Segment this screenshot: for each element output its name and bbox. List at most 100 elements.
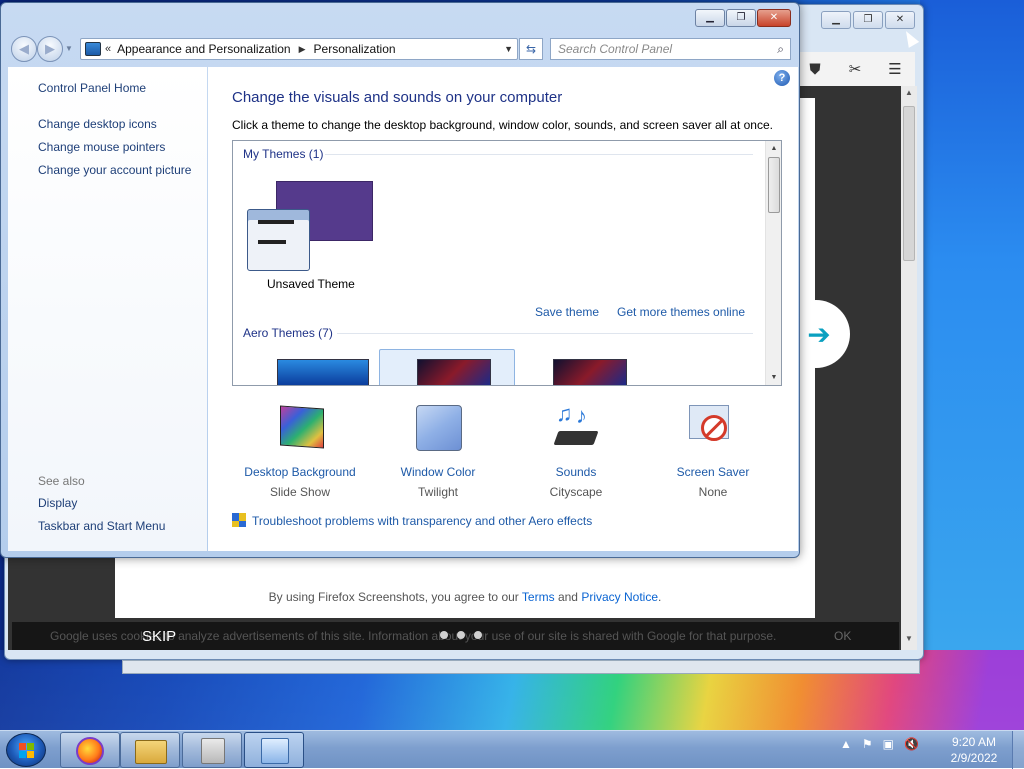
- show-hidden-icons-icon[interactable]: ▲: [840, 737, 852, 751]
- scroll-up-arrow-icon[interactable]: ▲: [766, 145, 781, 152]
- themes-scrollbar-thumb[interactable]: [768, 157, 780, 213]
- network-icon[interactable]: ▣: [883, 737, 894, 751]
- arrow-right-icon: ➔: [807, 318, 831, 350]
- firefox-maximize-button[interactable]: ❐: [853, 11, 883, 29]
- music-note-icon: ♫: [556, 401, 573, 426]
- nav-buttons: ◀ ▶ ▼: [11, 36, 75, 62]
- sounds-link[interactable]: Sounds: [506, 465, 646, 479]
- notice-prefix: By using Firefox Screenshots, you agree …: [268, 590, 519, 604]
- close-button[interactable]: ✕: [757, 9, 791, 27]
- terms-link[interactable]: Terms: [522, 590, 555, 604]
- onboarding-dot[interactable]: [440, 631, 448, 639]
- refresh-icon: ⇆: [525, 42, 537, 56]
- scroll-down-arrow-icon[interactable]: ▼: [766, 374, 781, 381]
- themes-list[interactable]: My Themes (1) Unsaved Theme Save theme G…: [232, 140, 782, 386]
- unsaved-theme-window-thumbnail[interactable]: [247, 209, 310, 271]
- desktop-background-tile[interactable]: Desktop Background Slide Show: [230, 405, 370, 499]
- window-color-link[interactable]: Window Color: [368, 465, 508, 479]
- sidebar-change-mouse-pointers[interactable]: Change mouse pointers: [38, 140, 165, 154]
- sounds-tile[interactable]: ♫ ♪ Sounds Cityscape: [506, 401, 646, 499]
- scrollbar-thumb[interactable]: [903, 106, 915, 261]
- sidebar-change-desktop-icons[interactable]: Change desktop icons: [38, 117, 157, 131]
- sidebar-display[interactable]: Display: [38, 496, 77, 510]
- hamburger-menu-icon[interactable]: ☰: [884, 58, 906, 80]
- firefox-window-controls: ▁ ❐ ✕: [821, 11, 915, 29]
- recent-pages-dropdown[interactable]: ▼: [65, 36, 75, 62]
- notice-period: .: [658, 590, 662, 604]
- aero-themes-heading: Aero Themes (7): [243, 326, 333, 340]
- breadcrumb-separator-icon[interactable]: ▶: [299, 44, 306, 55]
- scroll-down-arrow-icon[interactable]: ▼: [901, 634, 917, 648]
- aero-theme-thumbnail[interactable]: [417, 359, 491, 385]
- clock-time: 9:20 AM: [951, 735, 997, 749]
- firefox-close-button[interactable]: ✕: [885, 11, 915, 29]
- group-divider: [337, 333, 753, 334]
- firefox-icon: [76, 737, 104, 765]
- show-desktop-button[interactable]: [1012, 731, 1024, 769]
- personalization-window[interactable]: ▁ ❐ ✕ ◀ ▶ ▼ « Appearance and Personaliza…: [0, 2, 800, 558]
- minimize-button[interactable]: ▁: [695, 9, 725, 27]
- maximize-button[interactable]: ❐: [726, 9, 756, 27]
- unsaved-theme-label[interactable]: Unsaved Theme: [267, 277, 355, 291]
- aero-theme-thumbnail[interactable]: [553, 359, 627, 385]
- back-button[interactable]: ◀: [11, 36, 37, 62]
- address-dropdown-icon[interactable]: ▼: [504, 44, 513, 54]
- sidebar-change-account-picture[interactable]: Change your account picture: [38, 163, 191, 177]
- search-icon[interactable]: ⌕: [777, 39, 784, 59]
- action-center-flag-icon[interactable]: ⚑: [862, 737, 873, 751]
- aero-theme-thumbnail[interactable]: [277, 359, 369, 385]
- search-input[interactable]: Search Control Panel ⌕: [550, 38, 791, 60]
- shield-quadrant: [232, 521, 239, 527]
- start-button[interactable]: [6, 733, 46, 767]
- sounds-value: Cityscape: [549, 485, 603, 499]
- notice-and: and: [557, 590, 578, 604]
- skip-button[interactable]: SKIP: [142, 628, 176, 645]
- sidebar-control-panel-home[interactable]: Control Panel Home: [38, 81, 146, 95]
- keyboard-graphic: [553, 431, 599, 445]
- screenshot-icon[interactable]: ✂: [844, 58, 866, 80]
- screenshots-notice: By using Firefox Screenshots, you agree …: [115, 590, 815, 604]
- taskbar-app[interactable]: [182, 732, 242, 768]
- cookie-ok-button[interactable]: OK: [834, 622, 851, 650]
- onboarding-dot[interactable]: [474, 631, 482, 639]
- refresh-button[interactable]: ⇆: [519, 38, 543, 60]
- wallpaper-sky-right: [920, 0, 1024, 650]
- page-title: Change the visuals and sounds on your co…: [232, 89, 563, 106]
- desktop-background-link[interactable]: Desktop Background: [230, 465, 370, 479]
- save-theme-link[interactable]: Save theme: [535, 305, 599, 319]
- help-icon[interactable]: ?: [774, 70, 790, 86]
- pocket-icon[interactable]: ⛊: [804, 58, 826, 80]
- taskbar-control-panel[interactable]: [244, 732, 304, 768]
- back-arrow-icon: ◀: [19, 41, 29, 56]
- troubleshoot-text[interactable]: Troubleshoot problems with transparency …: [252, 514, 592, 528]
- get-more-themes-link[interactable]: Get more themes online: [617, 305, 745, 319]
- search-placeholder: Search Control Panel: [558, 42, 673, 56]
- shield-quadrant: [239, 521, 246, 527]
- taskbar-explorer[interactable]: [120, 732, 180, 768]
- privacy-notice-link[interactable]: Privacy Notice: [581, 590, 658, 604]
- address-chevron[interactable]: «: [105, 43, 111, 55]
- screen-saver-link[interactable]: Screen Saver: [643, 465, 783, 479]
- clock[interactable]: 9:20 AM 2/9/2022: [944, 734, 1004, 766]
- breadcrumb-personalization[interactable]: Personalization: [314, 42, 396, 56]
- firefox-minimize-button[interactable]: ▁: [821, 11, 851, 29]
- page-description: Click a theme to change the desktop back…: [232, 118, 773, 132]
- my-themes-heading: My Themes (1): [243, 147, 324, 161]
- breadcrumb-appearance[interactable]: Appearance and Personalization: [117, 42, 290, 56]
- troubleshoot-link[interactable]: Troubleshoot problems with transparency …: [232, 513, 592, 529]
- scroll-up-arrow-icon[interactable]: ▲: [901, 88, 917, 102]
- firefox-scrollbar[interactable]: ▲ ▼: [901, 86, 917, 650]
- forward-button[interactable]: ▶: [37, 36, 63, 62]
- screen-saver-tile[interactable]: Screen Saver None: [643, 405, 783, 499]
- window-color-icon: [412, 405, 464, 457]
- address-bar[interactable]: « Appearance and Personalization ▶ Perso…: [80, 38, 518, 60]
- window-color-tile[interactable]: Window Color Twilight: [368, 405, 508, 499]
- taskbar-firefox[interactable]: [60, 732, 120, 768]
- screen-saver-icon: [687, 405, 739, 457]
- sidebar-taskbar-start-menu[interactable]: Taskbar and Start Menu: [38, 519, 165, 533]
- onboarding-dots: [440, 631, 482, 639]
- desktop-background-icon: [274, 405, 326, 457]
- themes-scrollbar[interactable]: ▲ ▼: [765, 141, 781, 385]
- volume-muted-icon[interactable]: 🔇: [904, 737, 919, 751]
- onboarding-dot[interactable]: [457, 631, 465, 639]
